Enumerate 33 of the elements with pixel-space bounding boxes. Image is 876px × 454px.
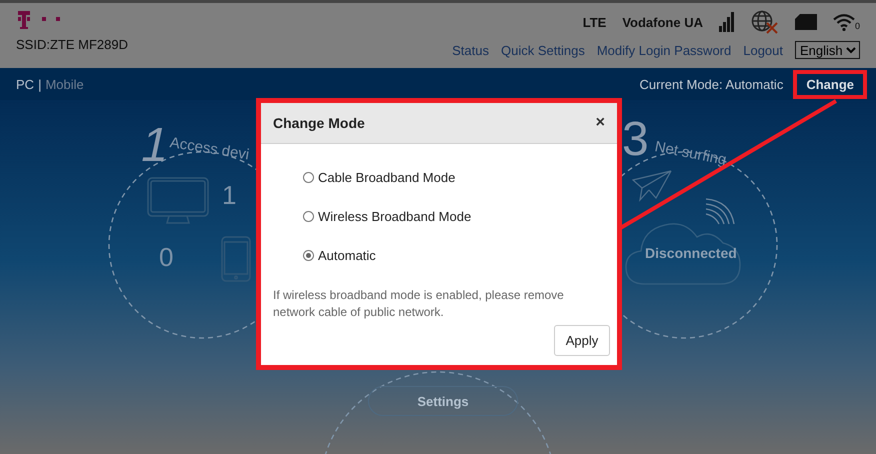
operator-name: Vodafone UA	[622, 14, 703, 30]
option-label[interactable]: Cable Broadband Mode	[318, 170, 456, 185]
device-count: 0	[159, 242, 174, 273]
change-button[interactable]: Change	[793, 70, 867, 98]
phone-icon	[221, 236, 251, 282]
connection-status: Disconnected	[645, 245, 737, 261]
apply-button[interactable]: Apply	[554, 325, 610, 356]
current-mode-label: Current Mode: Automatic	[640, 76, 784, 92]
globe-disconnected-icon	[750, 10, 779, 34]
language-select[interactable]: English	[795, 41, 860, 59]
wifi-icon	[832, 13, 855, 31]
radio-button[interactable]	[303, 172, 314, 183]
signal-waves-icon	[705, 197, 735, 225]
dialog-title: Change Mode	[273, 115, 365, 131]
separator: |	[38, 76, 42, 92]
option-label[interactable]: Wireless Broadband Mode	[318, 209, 472, 224]
step-number: 3	[622, 116, 649, 164]
network-type: LTE	[582, 14, 606, 30]
radio-button[interactable]	[303, 211, 314, 222]
note-text: If wireless broadband mode is enabled, please remove network cable of public network.	[273, 287, 565, 321]
paper-plane-icon	[632, 170, 672, 202]
section-title: Access devi	[168, 134, 250, 164]
view-tab[interactable]: Mobile	[45, 76, 84, 92]
close-button[interactable]: ×	[596, 115, 605, 131]
signal-icon	[718, 12, 735, 32]
option-label[interactable]: Automatic	[318, 248, 376, 263]
view-tab[interactable]: PC	[16, 76, 34, 92]
device-count: 1	[222, 180, 236, 211]
wifi-client-count: 0	[854, 21, 860, 31]
sim-card-icon	[794, 14, 817, 30]
monitor-icon	[147, 177, 209, 225]
radio-button[interactable]	[303, 250, 314, 261]
ssid-label: SSID:ZTE MF289D	[16, 37, 128, 52]
